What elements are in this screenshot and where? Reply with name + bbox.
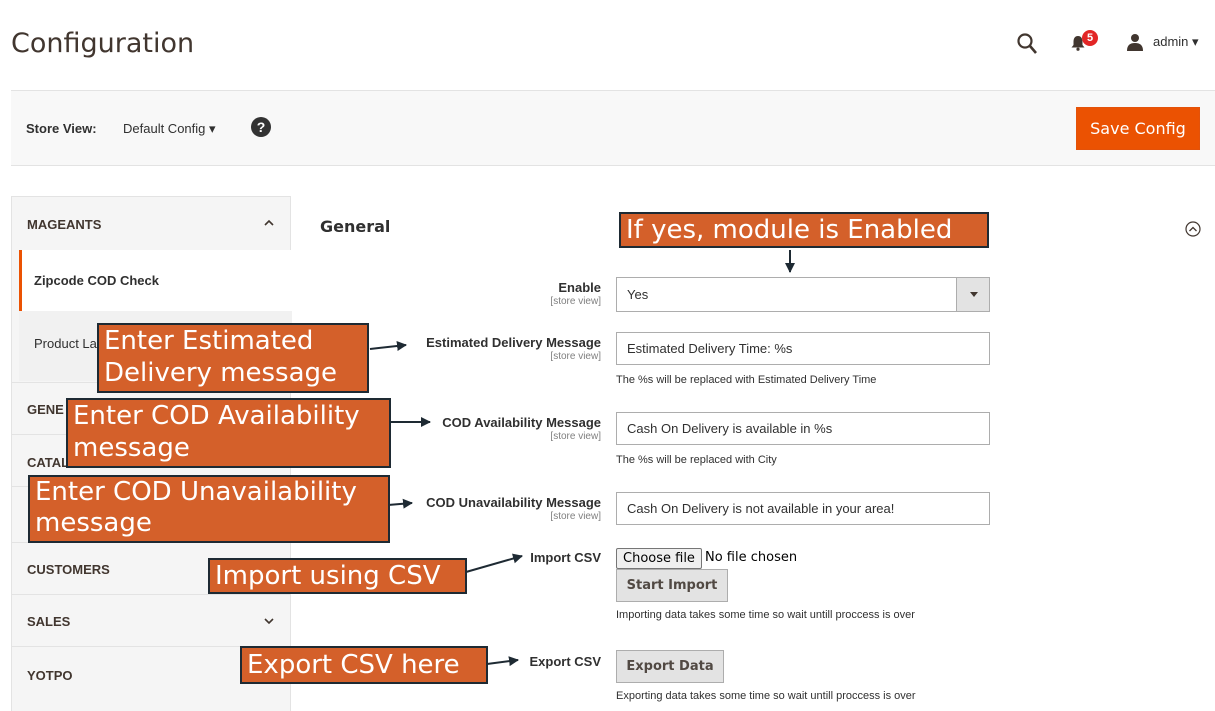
enable-select[interactable]: Yes — [616, 277, 990, 312]
sidebar-section-title: GENE — [27, 402, 64, 417]
dropdown-arrow-icon — [956, 278, 989, 311]
scope-label: [store view] — [550, 351, 601, 362]
callout-line: Enter COD Unavailability — [35, 477, 357, 507]
import-csv-label: Import CSV — [530, 550, 601, 565]
user-icon[interactable] — [1126, 33, 1144, 51]
scope-label: [store view] — [550, 511, 601, 522]
callout-cod-unavailability: Enter COD Unavailability message — [28, 475, 390, 543]
scope-label: [store view] — [550, 431, 601, 442]
callout-line: Enter Estimated — [104, 326, 314, 356]
sidebar-item-label: Product La — [34, 336, 97, 351]
callout-line: Delivery message — [104, 358, 338, 388]
admin-user-menu[interactable]: admin ▾ — [1153, 34, 1199, 50]
estimated-delivery-label: Estimated Delivery Message — [426, 335, 601, 350]
cod-availability-label: COD Availability Message — [442, 415, 601, 430]
callout-estimated-delivery: Enter Estimated Delivery message — [97, 323, 369, 393]
chevron-down-icon — [264, 618, 274, 625]
store-view-label: Store View: — [26, 121, 97, 136]
cod-availability-note: The %s will be replaced with City — [616, 454, 777, 466]
choose-file-button[interactable]: Choose file — [616, 548, 702, 569]
sidebar-item-label: Zipcode COD Check — [34, 273, 159, 288]
section-title-general[interactable]: General — [320, 217, 390, 236]
import-note: Importing data takes some time so wait u… — [616, 609, 915, 621]
store-view-switcher[interactable]: Default Config ▾ — [123, 121, 216, 137]
export-csv-label: Export CSV — [529, 654, 601, 669]
chevron-up-icon — [264, 219, 274, 226]
save-config-button[interactable]: Save Config — [1076, 107, 1200, 150]
sidebar-section-sales[interactable]: SALES — [11, 594, 291, 646]
sidebar-section-title: YOTPO — [27, 668, 73, 683]
callout-import-csv: Import using CSV — [208, 558, 467, 594]
estimated-delivery-input[interactable] — [616, 332, 990, 365]
callout-line: message — [35, 508, 152, 538]
sidebar-section-title: MAGEANTS — [27, 217, 102, 232]
callout-cod-availability: Enter COD Availability message — [66, 398, 391, 468]
callout-export-csv: Export CSV here — [240, 646, 488, 684]
enable-label: Enable — [558, 280, 601, 295]
search-icon[interactable] — [1017, 33, 1037, 55]
sidebar-section-title: CUSTOMERS — [27, 562, 110, 577]
sidebar-item-zipcode-cod-check[interactable]: Zipcode COD Check — [19, 250, 292, 311]
callout-line: Enter COD Availability — [73, 401, 360, 431]
cod-unavailability-input[interactable] — [616, 492, 990, 525]
scope-label: [store view] — [550, 296, 601, 307]
export-data-button[interactable]: Export Data — [616, 650, 724, 683]
file-status: No file chosen — [705, 550, 798, 565]
start-import-button[interactable]: Start Import — [616, 569, 728, 602]
collapse-circle-icon[interactable] — [1185, 221, 1201, 237]
sidebar-section-title: SALES — [27, 614, 71, 629]
callout-line: message — [73, 433, 190, 463]
notification-badge: 5 — [1082, 30, 1098, 46]
estimated-delivery-note: The %s will be replaced with Estimated D… — [616, 374, 877, 386]
export-note: Exporting data takes some time so wait u… — [616, 690, 916, 702]
select-value: Yes — [627, 287, 649, 302]
sidebar-section-title: CATAL — [27, 455, 70, 470]
store-view-bar: Store View: Default Config ▾ ? Save Conf… — [11, 90, 1215, 166]
cod-availability-input[interactable] — [616, 412, 990, 445]
cod-unavailability-label: COD Unavailability Message — [426, 495, 601, 510]
help-icon[interactable]: ? — [251, 117, 271, 137]
page-title: Configuration — [11, 28, 195, 59]
callout-enable: If yes, module is Enabled — [619, 212, 989, 248]
